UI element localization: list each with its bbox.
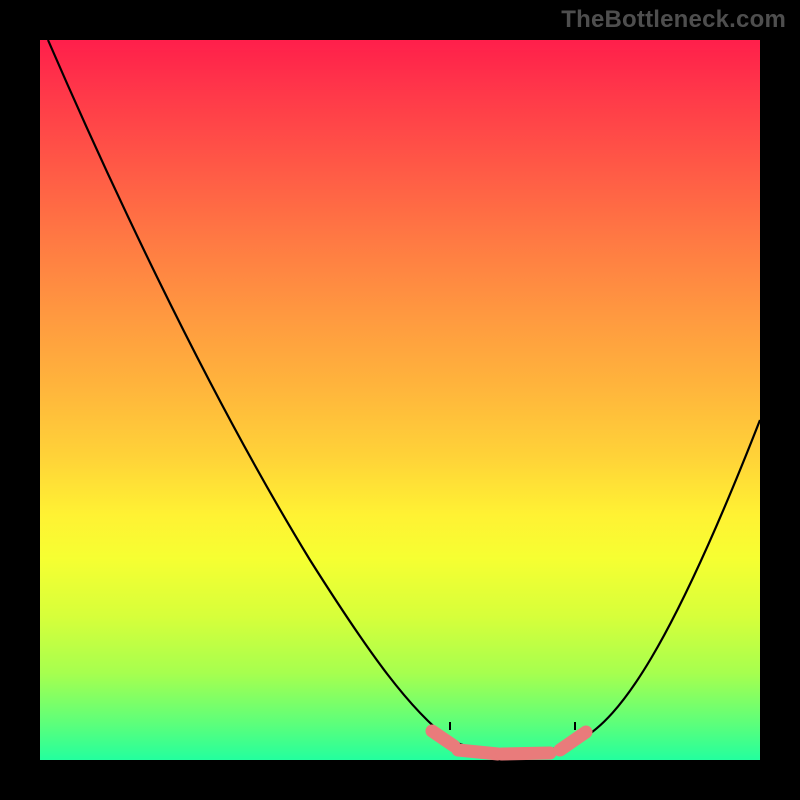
chart-frame: TheBottleneck.com	[0, 0, 800, 800]
watermark-text: TheBottleneck.com	[561, 6, 786, 34]
trough-highlight	[502, 753, 550, 754]
plot-svg	[40, 40, 760, 760]
trough-highlight	[560, 732, 586, 750]
trough-highlight	[458, 750, 498, 754]
bottleneck-curve	[48, 40, 760, 753]
plot-area	[40, 40, 760, 760]
trough-highlight	[432, 731, 454, 746]
